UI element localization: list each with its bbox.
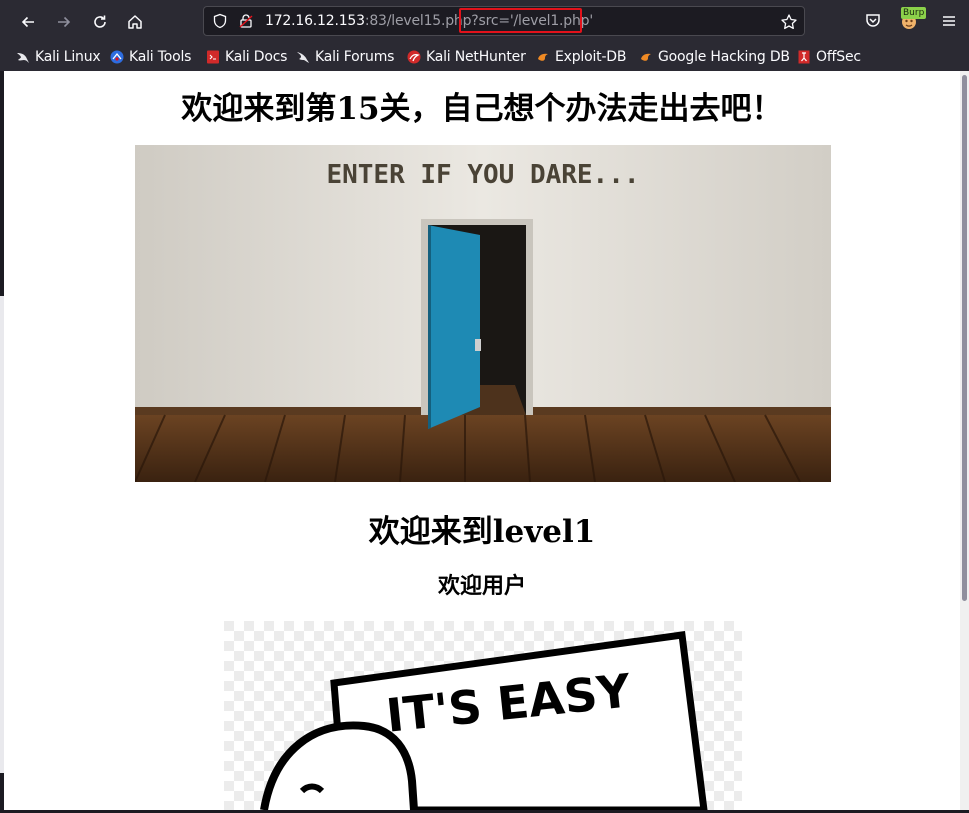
forward-button[interactable] [51,9,77,35]
kali-forums-icon [297,52,309,63]
bookmarks-toolbar: Kali Linux Kali Tools Kali Docs Kali For… [0,44,969,71]
door-sign-text: ENTER IF YOU DARE... [326,160,639,190]
menu-hamburger-icon[interactable] [939,11,959,31]
bookmark-star-icon[interactable] [780,13,798,31]
bookmark-kali-tools[interactable]: Kali Tools [110,48,191,66]
welcome-user-heading: 欢迎用户 [437,574,526,599]
scrollbar-thumb[interactable] [962,75,967,601]
url-query-highlight-box [459,8,582,33]
bookmark-offsec[interactable]: OffSec [797,48,861,66]
url-bar[interactable]: 172.16.12.153:83/level15.php?src='/level… [203,6,805,36]
forward-arrow-icon [58,16,71,28]
page-scrollbar[interactable] [960,71,969,813]
browser-toolbar: 172.16.12.153:83/level15.php?src='/level… [0,0,969,44]
home-button[interactable] [122,9,148,35]
pocket-icon[interactable] [863,11,883,31]
page-viewport: 欢迎来到第15关，自己想个办法走出去吧！ ENTER IF YOU DARE..… [4,71,960,810]
offsec-icon [798,50,810,64]
url-host: 172.16.12.153 [265,13,365,29]
bookmark-kali-docs[interactable]: Kali Docs [206,48,287,66]
exploit-db-icon [538,53,548,61]
level-title: 欢迎来到level1 [368,514,596,550]
home-icon [128,15,142,29]
page-title: 欢迎来到第15关，自己想个办法走出去吧！ [181,91,783,127]
its-easy-sign-image: IT'S EASY [224,621,742,810]
kali-tools-icon [110,50,124,64]
url-path: :83/level15.php [364,13,472,29]
kali-dragon-icon [17,53,29,63]
bookmark-exploit-db[interactable]: Exploit-DB [536,48,626,66]
bookmark-kali-linux[interactable]: Kali Linux [16,48,101,66]
enter-if-you-dare-door-image: ENTER IF YOU DARE... [135,145,831,482]
back-arrow-icon [21,16,34,28]
reload-icon [94,15,106,28]
nethunter-icon [407,50,421,64]
tracking-shield-icon[interactable] [212,13,228,29]
insecure-lock-icon[interactable] [238,13,254,29]
bookmark-kali-forums[interactable]: Kali Forums [296,48,394,66]
reload-button[interactable] [87,9,113,35]
kali-docs-icon [207,50,219,64]
bookmark-kali-nethunter[interactable]: Kali NetHunter [407,48,526,66]
burp-badge: Burp [901,7,927,19]
back-button[interactable] [15,9,41,35]
bookmark-google-hacking-db[interactable]: Google Hacking DB [639,48,790,66]
ghdb-icon [641,53,651,61]
